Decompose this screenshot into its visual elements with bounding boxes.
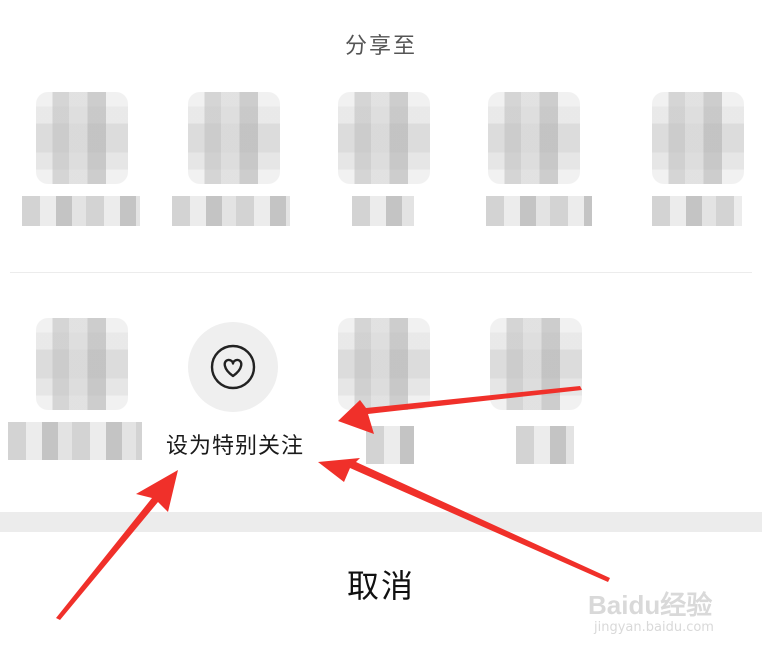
special-follow-label[interactable]: 设为特别关注	[150, 428, 320, 460]
share-target-label-5	[652, 196, 742, 226]
share-sheet-title: 分享至	[344, 34, 417, 59]
share-target-label-3	[352, 196, 414, 226]
action-label-3	[366, 426, 414, 464]
share-target-icon-1[interactable]	[36, 92, 128, 184]
share-target-icon-2[interactable]	[188, 92, 280, 184]
action-label-1	[8, 422, 142, 460]
row-divider	[10, 272, 752, 273]
heart-icon	[210, 344, 256, 390]
share-target-icon-3[interactable]	[338, 92, 430, 184]
share-target-label-1	[22, 196, 140, 226]
action-icon-4[interactable]	[490, 318, 582, 410]
section-separator	[0, 512, 762, 532]
watermark: Baidu经验 jingyan.baidu.com	[588, 590, 738, 652]
share-target-label-2	[172, 196, 290, 226]
action-icon-3[interactable]	[338, 318, 430, 410]
special-follow-button[interactable]	[188, 322, 278, 412]
watermark-logo: Baidu经验	[588, 590, 713, 620]
share-target-icon-4[interactable]	[488, 92, 580, 184]
share-target-label-4	[486, 196, 592, 226]
watermark-url: jingyan.baidu.com	[594, 620, 714, 635]
action-icon-1[interactable]	[36, 318, 128, 410]
share-sheet: 分享至 设为特别关注 取消	[0, 0, 762, 662]
action-label-4	[516, 426, 574, 464]
share-target-icon-5[interactable]	[652, 92, 744, 184]
